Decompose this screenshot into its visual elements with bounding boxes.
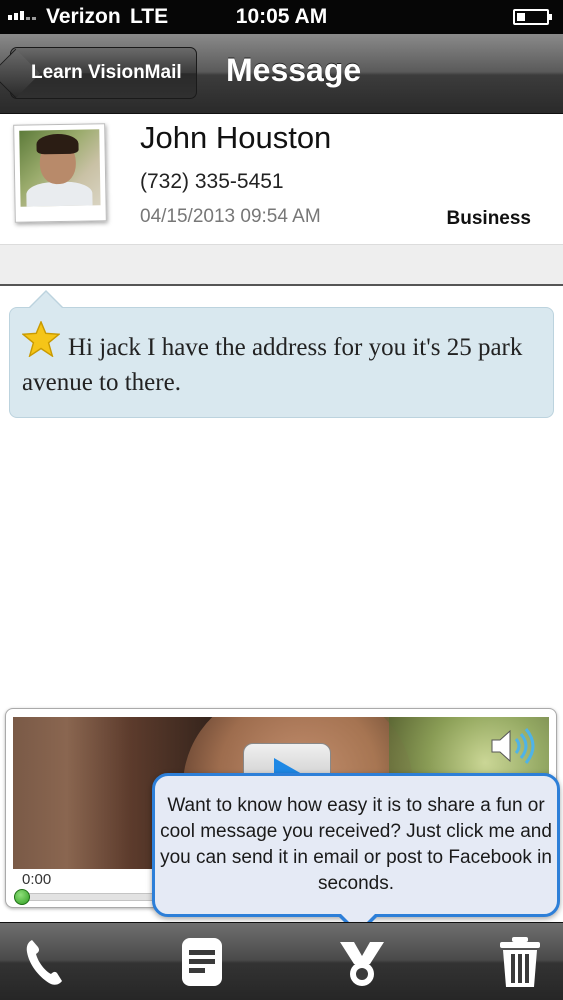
notes-icon — [182, 938, 222, 986]
share-icon — [340, 942, 384, 986]
page-title: Message — [226, 52, 362, 88]
speaker-icon[interactable] — [488, 726, 542, 766]
playback-time: 0:00 — [22, 871, 52, 888]
star-icon[interactable] — [22, 321, 60, 357]
bottom-toolbar — [0, 922, 563, 1000]
phone-icon — [26, 940, 62, 985]
contact-name: John Houston — [140, 120, 332, 155]
divider-band — [0, 244, 563, 286]
back-button-label: Learn VisionMail — [31, 62, 182, 83]
transcript-button[interactable] — [174, 934, 230, 990]
status-time: 10:05 AM — [235, 5, 328, 28]
battery-icon — [513, 9, 552, 25]
transcript-text: Hi jack I have the address for you it's … — [22, 334, 523, 396]
navigation-bar: Learn VisionMail Message — [0, 34, 563, 114]
progress-knob[interactable] — [14, 889, 30, 905]
status-bar: Verizon LTE 10:05 AM — [0, 0, 563, 34]
back-button[interactable]: Learn VisionMail — [10, 47, 197, 99]
delete-button[interactable] — [492, 934, 548, 990]
contact-phone[interactable]: (732) 335-5451 — [140, 170, 284, 194]
contact-header: John Houston (732) 335-5451 04/15/2013 0… — [0, 114, 563, 244]
contact-category: Business — [446, 208, 531, 229]
share-button[interactable] — [334, 934, 390, 990]
contact-avatar[interactable] — [13, 123, 107, 223]
trash-icon — [500, 937, 540, 987]
message-datetime: 04/15/2013 09:54 AM — [140, 206, 321, 227]
tooltip-text: Want to know how easy it is to share a f… — [160, 795, 552, 894]
avatar-photo — [19, 129, 101, 207]
call-button[interactable] — [18, 934, 74, 990]
